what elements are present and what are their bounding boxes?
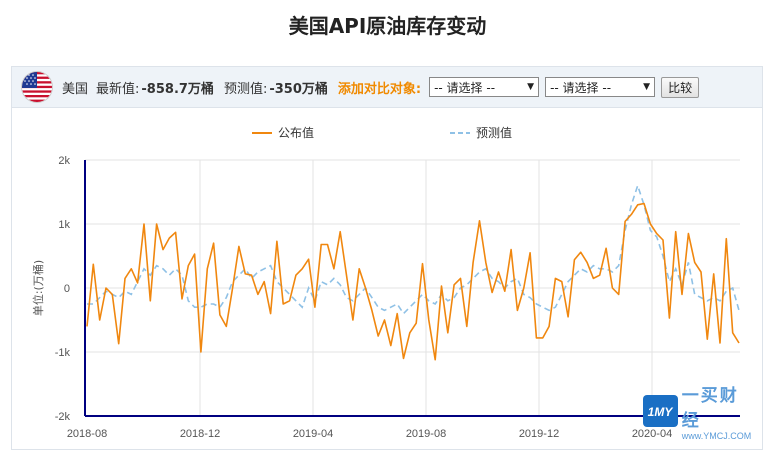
x-tick-label: 2019-12 xyxy=(519,428,559,440)
brand-logo-icon: 1MY xyxy=(643,395,678,427)
y-tick-label: -1k xyxy=(55,347,71,359)
legend-actual-label: 公布值 xyxy=(278,125,314,140)
x-tick-label: 2020-04 xyxy=(632,428,672,440)
brand-logo-text: 1MY xyxy=(648,405,674,419)
watermark-url: www.YMCJ.COM xyxy=(681,431,752,441)
y-tick-label: -2k xyxy=(55,411,71,423)
actual-series-line xyxy=(86,202,740,361)
y-axis-title: 单位:(万桶) xyxy=(31,260,45,316)
x-tick-label: 2019-04 xyxy=(293,428,333,440)
y-tick-label: 0 xyxy=(64,283,70,295)
x-tick-label: 2018-12 xyxy=(180,428,220,440)
y-tick-label: 2k xyxy=(58,155,70,167)
line-chart: 2018-08 2018-12 2019-04 2019-08 2019-12 2020-… xyxy=(31,125,740,440)
watermark: 1MY 一买财经 www.YMCJ.COM xyxy=(643,386,755,441)
y-tick-label: 1k xyxy=(58,219,70,231)
legend-forecast-label: 预测值 xyxy=(476,125,512,140)
x-tick-label: 2019-08 xyxy=(406,428,446,440)
x-tick-label: 2018-08 xyxy=(67,428,107,440)
watermark-brand: 一买财经 xyxy=(681,386,739,431)
